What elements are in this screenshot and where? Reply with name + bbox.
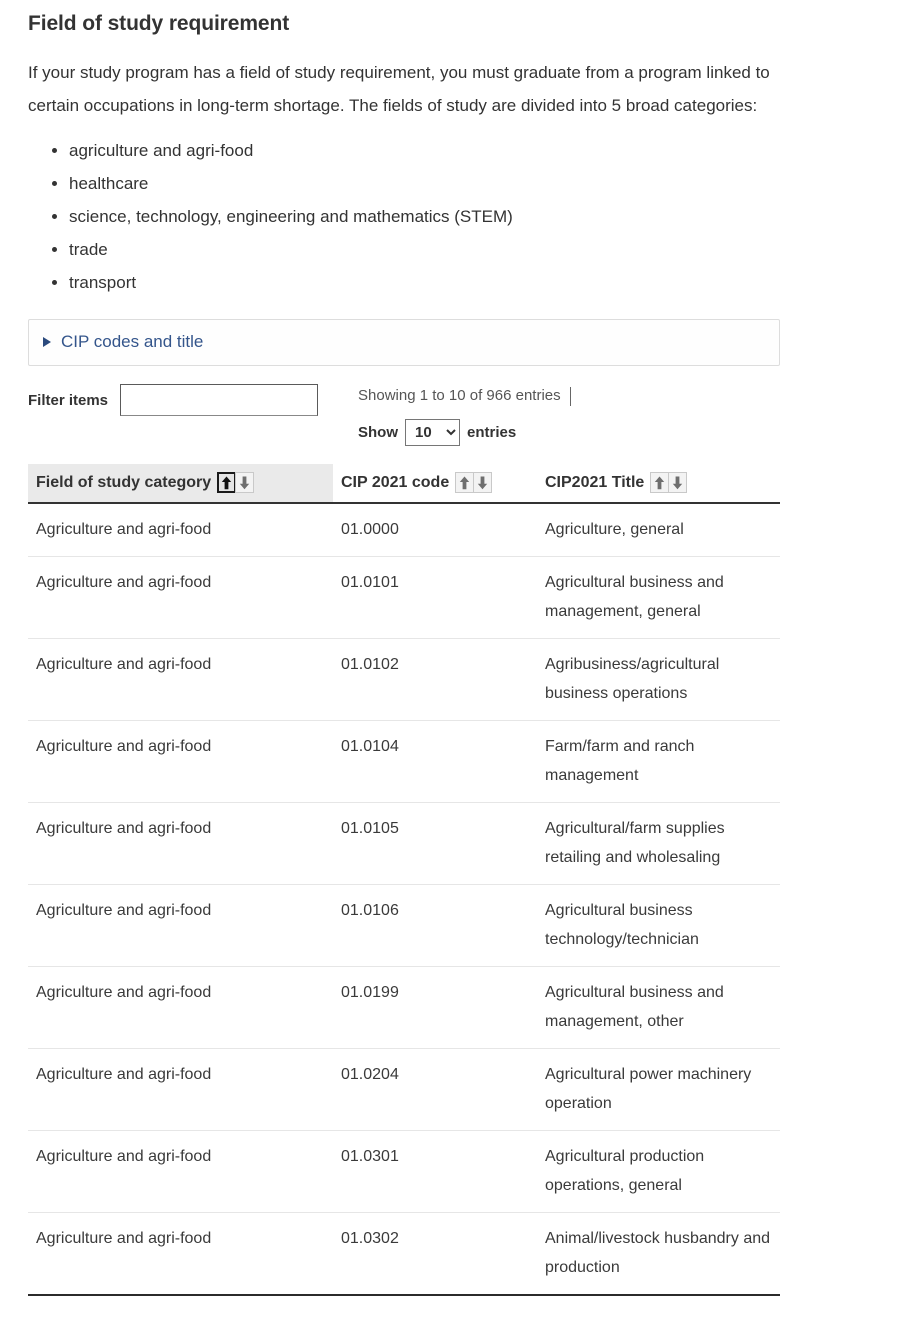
cip-codes-disclosure[interactable]: CIP codes and title <box>28 319 780 366</box>
cell-category: Agriculture and agri-food <box>28 884 333 967</box>
sort-controls <box>217 472 255 493</box>
table-row: Agriculture and agri-food 01.0000 Agricu… <box>28 503 780 557</box>
table-row: Agriculture and agri-food 01.0106 Agricu… <box>28 884 780 967</box>
cell-code: 01.0102 <box>333 638 537 721</box>
column-header-label: CIP2021 Title <box>545 473 645 491</box>
showing-entries-line: Showing 1 to 10 of 966 entries <box>358 382 571 410</box>
cip-codes-summary-label: CIP codes and title <box>61 332 204 351</box>
table-row: Agriculture and agri-food 01.0105 Agricu… <box>28 802 780 885</box>
cell-category: Agriculture and agri-food <box>28 638 333 721</box>
sort-ascending-button[interactable] <box>455 472 475 493</box>
cell-title: Agricultural power machinery operation <box>537 1048 780 1131</box>
cell-title: Agricultural/farm supplies retailing and… <box>537 802 780 885</box>
list-item: healthcare <box>69 167 886 200</box>
cell-code: 01.0204 <box>333 1048 537 1131</box>
cell-code: 01.0101 <box>333 556 537 639</box>
column-header-label: CIP 2021 code <box>341 473 450 491</box>
sort-ascending-button[interactable] <box>650 472 670 493</box>
filter-input[interactable] <box>120 384 319 416</box>
sort-descending-button[interactable] <box>473 472 493 493</box>
table-row: Agriculture and agri-food 01.0101 Agricu… <box>28 556 780 639</box>
arrow-up-icon <box>654 476 665 490</box>
cip-table: Field of study category CIP 2021 code CI… <box>28 464 780 1296</box>
table-row: Agriculture and agri-food 01.0102 Agribu… <box>28 638 780 721</box>
cell-title: Agriculture, general <box>537 503 780 557</box>
page-root: Field of study requirement If your study… <box>0 0 908 1296</box>
cell-title: Agricultural production operations, gene… <box>537 1130 780 1213</box>
arrow-up-icon <box>459 476 470 490</box>
list-item: agriculture and agri-food <box>69 134 886 167</box>
arrow-down-icon <box>672 476 683 490</box>
table-row: Agriculture and agri-food 01.0301 Agricu… <box>28 1130 780 1213</box>
arrow-down-icon <box>477 476 488 490</box>
list-item: transport <box>69 266 886 299</box>
sort-controls <box>455 472 493 493</box>
column-header-label: Field of study category <box>36 473 212 491</box>
sort-ascending-button[interactable] <box>217 472 237 493</box>
table-info-block: Showing 1 to 10 of 966 entries Show 10 2… <box>358 382 571 446</box>
table-row: Agriculture and agri-food 01.0199 Agricu… <box>28 966 780 1049</box>
arrow-down-icon <box>239 476 250 490</box>
table-controls: Filter items Showing 1 to 10 of 966 entr… <box>28 382 780 454</box>
cell-code: 01.0301 <box>333 1130 537 1213</box>
show-label: Show <box>358 424 398 441</box>
cell-code: 01.0302 <box>333 1212 537 1296</box>
cell-title: Farm/farm and ranch management <box>537 720 780 803</box>
cip-codes-summary[interactable]: CIP codes and title <box>29 320 779 365</box>
cell-title: Agribusiness/agricultural business opera… <box>537 638 780 721</box>
cell-code: 01.0106 <box>333 884 537 967</box>
cell-category: Agriculture and agri-food <box>28 1130 333 1213</box>
table-body: Agriculture and agri-food 01.0000 Agricu… <box>28 503 780 1296</box>
content-container: Field of study requirement If your study… <box>0 0 908 1296</box>
sort-descending-button[interactable] <box>668 472 688 493</box>
category-list: agriculture and agri-food healthcare sci… <box>28 134 886 299</box>
arrow-up-icon <box>221 476 232 490</box>
column-header-field-of-study-category[interactable]: Field of study category <box>28 464 333 504</box>
cell-code: 01.0104 <box>333 720 537 803</box>
triangle-right-icon <box>43 337 51 347</box>
sort-descending-button[interactable] <box>235 472 255 493</box>
table-row: Agriculture and agri-food 01.0302 Animal… <box>28 1212 780 1296</box>
text-cursor-bar <box>569 386 571 406</box>
cell-code: 01.0000 <box>333 503 537 557</box>
column-header-cip2021-title[interactable]: CIP2021 Title <box>537 464 780 504</box>
cell-category: Agriculture and agri-food <box>28 802 333 885</box>
cell-title: Agricultural business technology/technic… <box>537 884 780 967</box>
cell-code: 01.0199 <box>333 966 537 1049</box>
list-item: science, technology, engineering and mat… <box>69 200 886 233</box>
filter-label: Filter items <box>28 391 109 409</box>
cell-title: Agricultural business and management, ge… <box>537 556 780 639</box>
entries-per-page-select[interactable]: 10 25 50 100 <box>405 419 460 446</box>
table-header-row: Field of study category CIP 2021 code CI… <box>28 464 780 504</box>
column-header-cip-2021-code[interactable]: CIP 2021 code <box>333 464 537 504</box>
cell-title: Animal/livestock husbandry and productio… <box>537 1212 780 1296</box>
cell-category: Agriculture and agri-food <box>28 503 333 557</box>
list-item: trade <box>69 233 886 266</box>
filter-row: Filter items <box>28 384 319 416</box>
cell-title: Agricultural business and management, ot… <box>537 966 780 1049</box>
page-title: Field of study requirement <box>28 12 290 35</box>
sort-controls <box>650 472 688 493</box>
table-row: Agriculture and agri-food 01.0204 Agricu… <box>28 1048 780 1131</box>
show-entries-row: Show 10 25 50 100 entries <box>358 419 571 446</box>
cell-code: 01.0105 <box>333 802 537 885</box>
table-head: Field of study category CIP 2021 code CI… <box>28 464 780 504</box>
entries-label: entries <box>467 424 517 441</box>
cell-category: Agriculture and agri-food <box>28 556 333 639</box>
table-row: Agriculture and agri-food 01.0104 Farm/f… <box>28 720 780 803</box>
cell-category: Agriculture and agri-food <box>28 966 333 1049</box>
intro-paragraph: If your study program has a field of stu… <box>28 63 770 115</box>
showing-entries-text: Showing 1 to 10 of 966 entries <box>358 387 561 404</box>
cell-category: Agriculture and agri-food <box>28 1212 333 1296</box>
cell-category: Agriculture and agri-food <box>28 1048 333 1131</box>
cell-category: Agriculture and agri-food <box>28 720 333 803</box>
